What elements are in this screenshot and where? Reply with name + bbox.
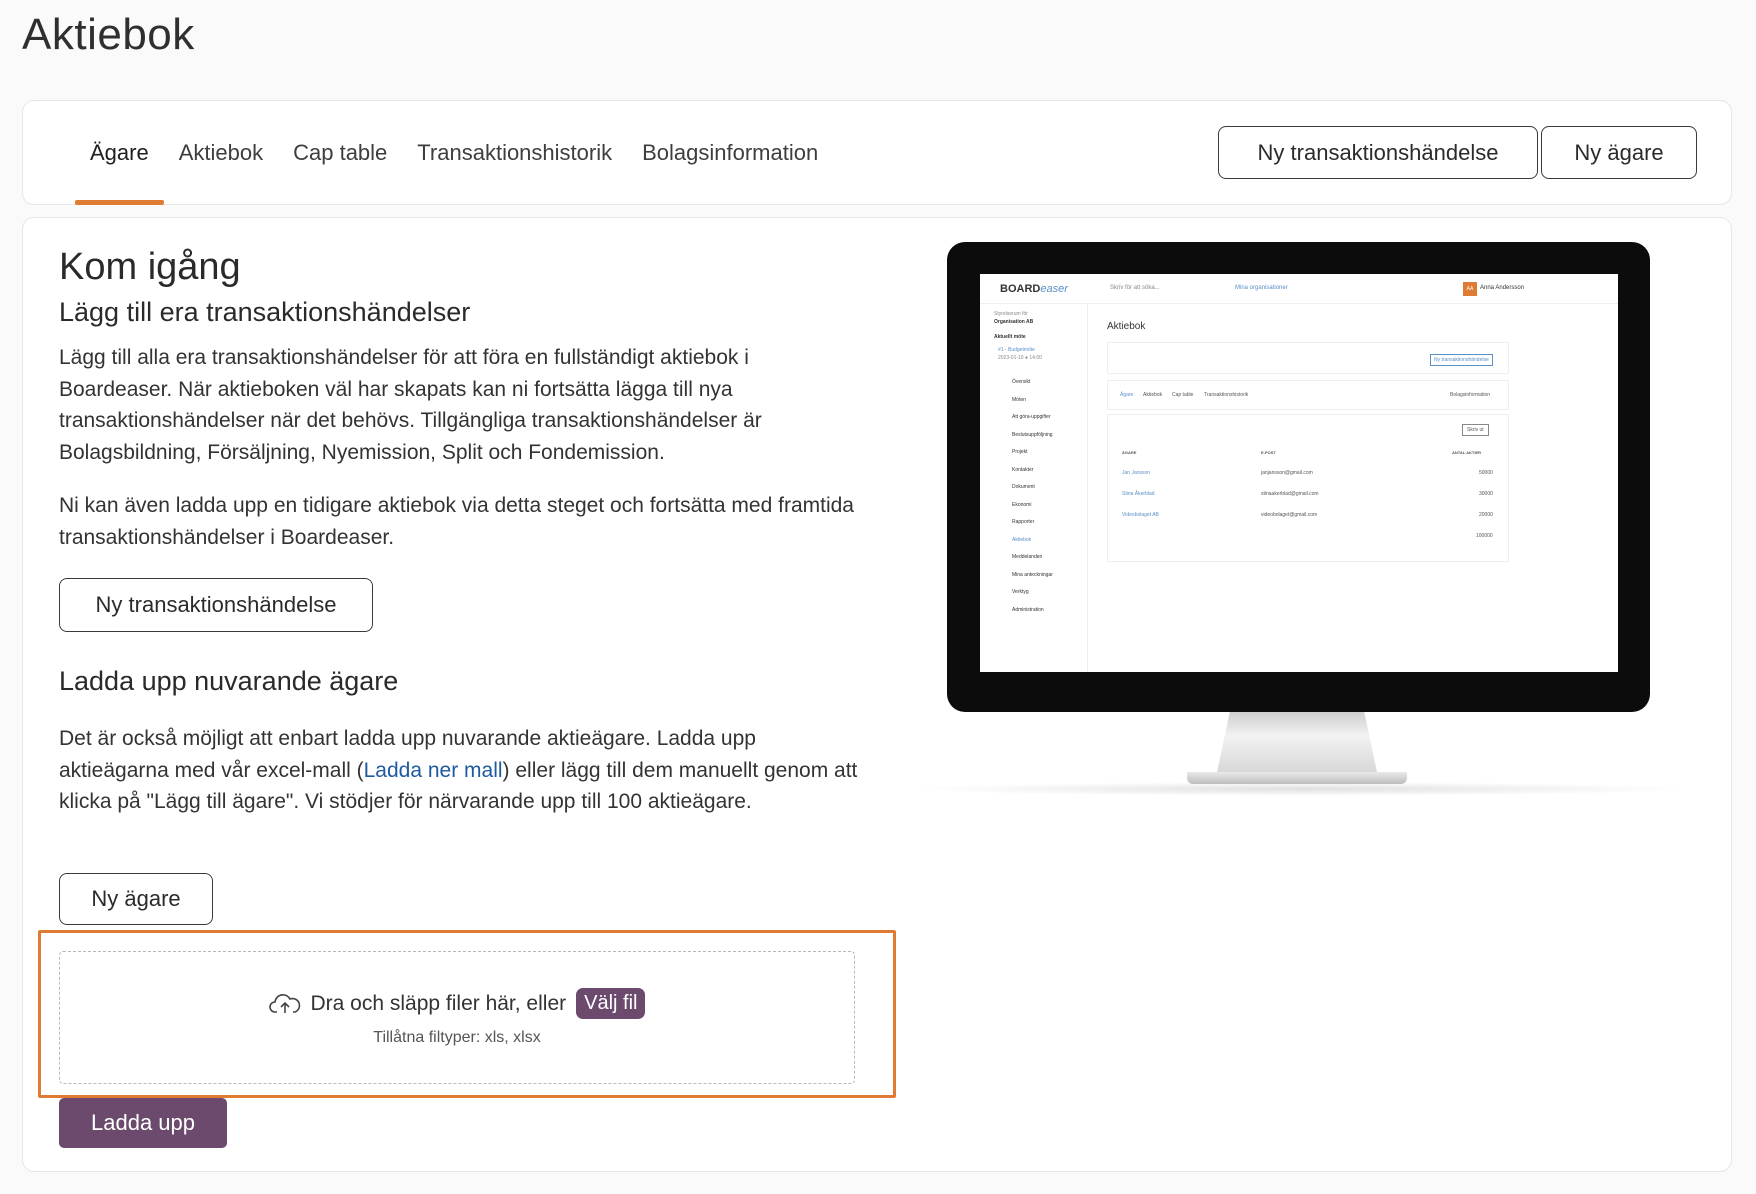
preview-nav-item: Beslutsuppföljning	[1012, 432, 1053, 438]
monitor-stand	[1217, 712, 1377, 772]
preview-owner-cell: Videobolaget AB	[1122, 512, 1159, 518]
preview-new-transaction: Ny transaktionshändelse	[1430, 354, 1493, 366]
monitor-screen: BOARDeaser Skriv för att söka... Mina or…	[980, 274, 1618, 672]
transactions-heading: Lägg till era transaktionshändelser	[59, 297, 471, 327]
owners-description: Det är också möjligt att enbart ladda up…	[59, 723, 859, 818]
preview-title: Aktiebok	[1107, 321, 1146, 332]
upload-previous-description: Ni kan även ladda upp en tidigare aktieb…	[59, 494, 854, 549]
download-template-link[interactable]: Ladda ner mall	[364, 759, 503, 782]
tab-cap-table[interactable]: Cap table	[278, 101, 402, 204]
preview-shares-cell: 30000	[1479, 491, 1493, 497]
preview-total-shares: 100000	[1476, 533, 1493, 539]
preview-orgs: Mina organisationer	[1235, 285, 1288, 291]
preview-nav-item: Mina anteckningar	[1012, 572, 1053, 578]
preview-email-cell: janjansson@gmail.com	[1261, 470, 1313, 476]
preview-logo: BOARD	[1000, 283, 1041, 295]
preview-logo-light: easer	[1040, 283, 1068, 295]
preview-current-meeting: Aktuellt möte	[994, 334, 1026, 340]
tab-bar: Ägare Aktiebok Cap table Transaktionshis…	[22, 100, 1732, 205]
preview-org-name: Organisation AB	[994, 319, 1034, 325]
owners-heading: Ladda upp nuvarande ägare	[59, 666, 399, 696]
preview-user: Anna Andersson	[1480, 285, 1525, 291]
preview-company-info: Bolagsinformation	[1450, 392, 1491, 398]
preview-shares-cell: 50000	[1479, 470, 1493, 476]
preview-org-label: Styrelserum för	[994, 311, 1028, 317]
preview-meeting-date: 2023-01-10 ● 14:00	[998, 355, 1042, 361]
add-transaction-button[interactable]: Ny transaktionshändelse	[59, 578, 373, 632]
preview-nav-item: Översikt	[1012, 379, 1031, 385]
preview-tab: Aktiebok	[1143, 392, 1163, 398]
transactions-description: Lägg till alla era transaktionshändelser…	[59, 346, 762, 464]
tab-aktiebok[interactable]: Aktiebok	[164, 101, 278, 204]
preview-print-button: Skriv ut	[1462, 424, 1489, 436]
preview-email-cell: stinaakerblad@gmail.com	[1261, 491, 1319, 497]
preview-nav-item: Administration	[1012, 607, 1044, 613]
preview-nav-item: Ekonomi	[1012, 502, 1032, 508]
preview-nav-item: Rapporter	[1012, 519, 1035, 525]
preview-search: Skriv för att söka...	[1110, 285, 1160, 291]
tabs: Ägare Aktiebok Cap table Transaktionshis…	[75, 101, 833, 205]
preview-avatar: AA	[1463, 282, 1477, 296]
tab-agare[interactable]: Ägare	[75, 101, 164, 205]
preview-tab: Cap table	[1172, 392, 1194, 398]
preview-nav-item: Dokument	[1012, 484, 1035, 490]
preview-column-header: ÄGARE	[1122, 450, 1137, 455]
preview-tab: Transaktionshistorik	[1204, 392, 1249, 398]
cloud-upload-icon	[268, 993, 300, 1013]
preview-column-header: ANTAL AKTIER	[1452, 450, 1482, 455]
preview-sidebar: Styrelserum för Organisation AB Aktuellt…	[980, 304, 1088, 672]
page-title: Aktiebok	[22, 10, 195, 59]
preview-column-header: E-POST	[1261, 450, 1276, 455]
preview-owner-cell: Stina Åkerblad	[1122, 491, 1155, 497]
preview-meeting-name: #1 - Budgetmöte	[998, 347, 1035, 353]
preview-shares-cell: 20000	[1479, 512, 1493, 518]
choose-file-button[interactable]: Välj fil	[576, 988, 646, 1019]
preview-nav-item: Meddelanden	[1012, 554, 1043, 560]
preview-nav-item: Möten	[1012, 397, 1026, 403]
new-owner-button[interactable]: Ny ägare	[1541, 126, 1697, 179]
monitor-illustration: BOARDeaser Skriv för att söka... Mina or…	[907, 242, 1697, 796]
tab-transaktionshistorik[interactable]: Transaktionshistorik	[402, 101, 627, 204]
getting-started-title: Kom igång	[59, 246, 241, 288]
preview-tab: Ägare	[1120, 392, 1134, 398]
allowed-file-types: Tillåtna filtyper: xls, xlsx	[373, 1029, 541, 1046]
preview-nav-item: Verktyg	[1012, 589, 1029, 595]
monitor-bezel: BOARDeaser Skriv för att söka... Mina or…	[947, 242, 1650, 712]
getting-started-card: Kom igång Lägg till era transaktionshänd…	[22, 217, 1732, 1172]
preview-nav-item: Projekt	[1012, 449, 1028, 455]
tab-bolagsinformation[interactable]: Bolagsinformation	[627, 101, 833, 204]
new-transaction-button[interactable]: Ny transaktionshändelse	[1218, 126, 1538, 179]
preview-email-cell: videobolaget@gmail.com	[1261, 512, 1318, 518]
preview-nav-item-active: Aktiebok	[1012, 537, 1032, 543]
file-dropzone[interactable]: Dra och släpp filer här, eller Välj fil …	[59, 951, 855, 1084]
dropzone-text: Dra och släpp filer här, eller	[310, 991, 567, 1015]
dropzone-highlight: Dra och släpp filer här, eller Välj fil …	[38, 930, 896, 1098]
preview-owner-cell: Jan Jansson	[1122, 470, 1151, 476]
add-owner-button[interactable]: Ny ägare	[59, 873, 213, 925]
upload-button[interactable]: Ladda upp	[59, 1098, 227, 1148]
preview-nav-item: Att göra-uppgifter	[1012, 414, 1051, 420]
preview-nav-item: Kontakter	[1012, 467, 1034, 473]
